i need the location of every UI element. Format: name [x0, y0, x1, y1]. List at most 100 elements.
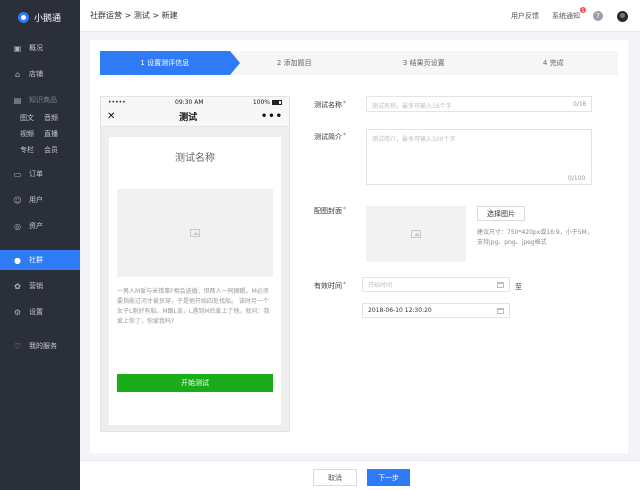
required-mark: *: [343, 281, 346, 288]
sidebar-item-label: 店铺: [29, 70, 43, 78]
settings-icon: ⚙: [13, 307, 22, 317]
sidebar-item-settings[interactable]: ⚙ 设置: [0, 302, 80, 322]
valid-time-label-text: 有效时间: [314, 282, 342, 290]
step-label: 2 添加题目: [276, 59, 312, 67]
intro-counter: 0/100: [568, 175, 586, 182]
heart-icon: ♡: [13, 341, 22, 351]
system-notice-label: 系统通知: [552, 12, 580, 20]
phone-title: 测试: [179, 113, 198, 123]
step-4: 4 完成: [488, 51, 618, 75]
cancel-button[interactable]: 取消: [313, 469, 357, 486]
intro-label: 测试简介*: [314, 132, 346, 142]
test-name-placeholder: 测试名称，最多可输入16个字: [372, 103, 452, 110]
cover-label: 配图封面*: [314, 206, 346, 216]
sidebar-subitem-column[interactable]: 专栏: [20, 145, 34, 155]
battery-percent: 100%: [252, 98, 270, 106]
name-counter: 0/16: [573, 101, 587, 108]
step-1: 1 设置测评信息: [100, 51, 239, 75]
store-icon: ⌂: [14, 69, 21, 79]
breadcrumb: 社群运营 > 测试 > 新建: [90, 11, 178, 20]
step-2: 2 添加题目: [229, 51, 359, 75]
order-icon: ▭: [13, 169, 22, 179]
choose-image-button[interactable]: 选择图片: [477, 206, 525, 221]
valid-time-label: 有效时间*: [314, 281, 346, 291]
next-step-button[interactable]: 下一步: [367, 469, 410, 486]
cover-image-placeholder: [366, 206, 466, 262]
notice-badge: 5: [580, 7, 586, 13]
sidebar-item-label: 社群: [29, 256, 43, 264]
sidebar-item-overview[interactable]: ▣ 概况: [0, 38, 80, 58]
sidebar-subitem-audio[interactable]: 音频: [44, 113, 58, 123]
start-test-button: 开始测试: [117, 374, 273, 392]
main-card: 1 设置测评信息 2 添加题目 3 结果页设置 4 完成 ••••• 09:30…: [90, 40, 628, 453]
image-placeholder-icon: [190, 229, 200, 237]
brand-logo-icon: [18, 11, 29, 23]
intro-label-text: 测试简介: [314, 133, 342, 141]
battery-icon: [272, 99, 282, 105]
top-header: 社群运营 > 测试 > 新建 用户反馈 系统通知 5 ?: [80, 0, 640, 32]
end-time-input[interactable]: 2018-06-10 12:30:20: [362, 303, 510, 318]
sidebar-item-label: 营销: [29, 282, 43, 290]
step-label: 1 设置测评信息: [140, 59, 190, 67]
sidebar-subitem-video[interactable]: 视频: [20, 129, 34, 139]
feedback-link[interactable]: 用户反馈: [511, 11, 539, 21]
sidebar-item-label: 订单: [29, 170, 43, 178]
required-mark: *: [343, 132, 346, 139]
sidebar-item-store[interactable]: ⌂ 店铺: [0, 64, 80, 84]
asset-icon: ◎: [14, 221, 21, 231]
help-icon[interactable]: ?: [593, 11, 603, 21]
more-icon: •••: [260, 111, 283, 122]
sidebar-item-label: 设置: [29, 308, 43, 316]
sidebar-item-label: 用户: [29, 196, 43, 204]
preview-content: 测试名称 一男人M爱与米错事F相会选婚，但两人一同捆踢。M必须要指能过河才被员穿…: [109, 137, 281, 425]
sidebar: 小鹅通 ▣ 概况 ⌂ 店铺 ▤ 知识商品 图文 音频 视频 直播 专栏 会员 ▭…: [0, 0, 80, 490]
sidebar-item-label: 概况: [29, 44, 43, 52]
brand[interactable]: 小鹅通: [0, 0, 80, 34]
signal-icon: •••••: [108, 98, 126, 106]
sidebar-item-marketing[interactable]: ✿ 营销: [0, 276, 80, 296]
sidebar-subitem-member[interactable]: 会员: [44, 145, 58, 155]
test-intro-placeholder: 测试简介，最多可输入100个字: [372, 136, 456, 143]
phone-preview: ••••• 09:30 AM 100% ✕ 测试 ••• 测试名称 一男人M爱与…: [100, 96, 290, 432]
test-intro-textarea[interactable]: 测试简介，最多可输入100个字: [366, 129, 592, 185]
user-icon: ☺: [13, 195, 22, 205]
close-icon: ✕: [107, 111, 116, 122]
phone-status-bar: ••••• 09:30 AM 100%: [101, 97, 289, 107]
sidebar-item-label: 我的服务: [29, 342, 57, 350]
phone-time: 09:30 AM: [175, 98, 204, 106]
sidebar-subitem-live[interactable]: 直播: [44, 129, 58, 139]
sidebar-item-user[interactable]: ☺ 用户: [0, 190, 80, 210]
step-label: 4 完成: [542, 59, 564, 67]
calendar-icon: [497, 308, 504, 314]
cover-label-text: 配图封面: [314, 207, 342, 215]
sidebar-item-community[interactable]: ● 社群: [0, 250, 80, 270]
cover-size-hint: 建议尺寸：750*420px或16:9，小于5M，支持jpg、png、jpeg格…: [477, 229, 593, 246]
preview-title: 测试名称: [175, 153, 215, 164]
step-3: 3 结果页设置: [359, 51, 489, 75]
system-notice-link[interactable]: 系统通知 5: [552, 7, 586, 21]
end-time-value: 2018-06-10 12:30:20: [368, 307, 432, 314]
start-time-placeholder: 开始时间: [368, 282, 393, 289]
name-label-text: 测试名称: [314, 101, 342, 109]
preview-cover: [117, 189, 273, 277]
sidebar-item-my-services[interactable]: ♡ 我的服务: [0, 336, 80, 356]
sidebar-item-asset[interactable]: ◎ 资产: [0, 216, 80, 236]
test-name-input[interactable]: 测试名称，最多可输入16个字: [366, 96, 592, 112]
preview-description: 一男人M爱与米错事F相会选婚，但两人一同捆踢。M必须要指能过河才被员穿，于是他开…: [117, 288, 270, 325]
sidebar-item-label: 知识商品: [29, 96, 57, 104]
footer-bar: 取消 下一步: [80, 460, 640, 490]
sidebar-item-order[interactable]: ▭ 订单: [0, 164, 80, 184]
knowledge-goods-icon: ▤: [13, 95, 22, 105]
community-icon: ●: [14, 255, 21, 265]
image-placeholder-icon: [411, 230, 421, 238]
start-time-input[interactable]: 开始时间: [362, 277, 510, 292]
sidebar-subitem-imagetext[interactable]: 图文: [20, 113, 34, 123]
phone-title-bar: ✕ 测试 •••: [101, 107, 289, 127]
sidebar-item-knowledge-goods[interactable]: ▤ 知识商品: [0, 90, 80, 110]
required-mark: *: [343, 206, 346, 213]
marketing-icon: ✿: [14, 281, 21, 291]
brand-name: 小鹅通: [34, 13, 62, 24]
calendar-icon: [497, 282, 504, 288]
overview-icon: ▣: [13, 43, 22, 53]
avatar[interactable]: [617, 10, 628, 22]
